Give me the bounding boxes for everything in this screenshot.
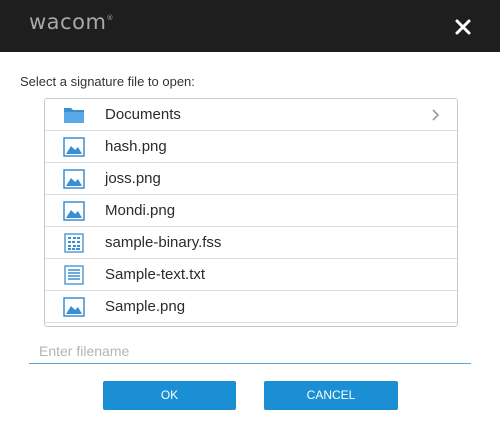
list-item-joss-png[interactable]: joss.png — [45, 163, 457, 195]
image-file-icon — [63, 297, 85, 317]
image-file-icon — [63, 137, 85, 157]
title-bar: wacom® — [0, 0, 500, 52]
list-item-label: Mondi.png — [105, 202, 176, 219]
list-item-sample-binary-fss[interactable]: sample-binary.fss — [45, 227, 457, 259]
file-list: Documents hash.png joss.png Mondi.png sa… — [44, 98, 458, 327]
chevron-right-icon — [432, 109, 440, 121]
filename-input[interactable] — [29, 338, 471, 364]
list-item-label: Documents — [105, 106, 181, 123]
list-item-hash-png[interactable]: hash.png — [45, 131, 457, 163]
list-item-mondi-png[interactable]: Mondi.png — [45, 195, 457, 227]
close-button[interactable] — [452, 16, 474, 38]
wacom-logo: wacom® — [29, 10, 114, 34]
list-item-label: Sample-text.txt — [105, 266, 206, 283]
list-item-label: Sample.png — [105, 298, 186, 315]
text-file-icon — [64, 265, 84, 285]
image-file-icon — [63, 169, 85, 189]
cancel-button[interactable]: CANCEL — [264, 381, 398, 410]
list-item-label: joss.png — [105, 170, 161, 187]
image-file-icon — [63, 201, 85, 221]
close-icon — [455, 19, 471, 35]
list-item-documents[interactable]: Documents — [45, 99, 457, 131]
list-item-label: hash.png — [105, 138, 167, 155]
folder-icon — [64, 108, 84, 123]
ok-button[interactable]: OK — [103, 381, 236, 410]
list-item-sample-text-txt[interactable]: Sample-text.txt — [45, 259, 457, 291]
dialog-prompt: Select a signature file to open: — [20, 74, 195, 89]
binary-file-icon — [64, 233, 84, 253]
list-item-sample-png[interactable]: Sample.png — [45, 291, 457, 323]
list-item-label: sample-binary.fss — [105, 234, 222, 251]
